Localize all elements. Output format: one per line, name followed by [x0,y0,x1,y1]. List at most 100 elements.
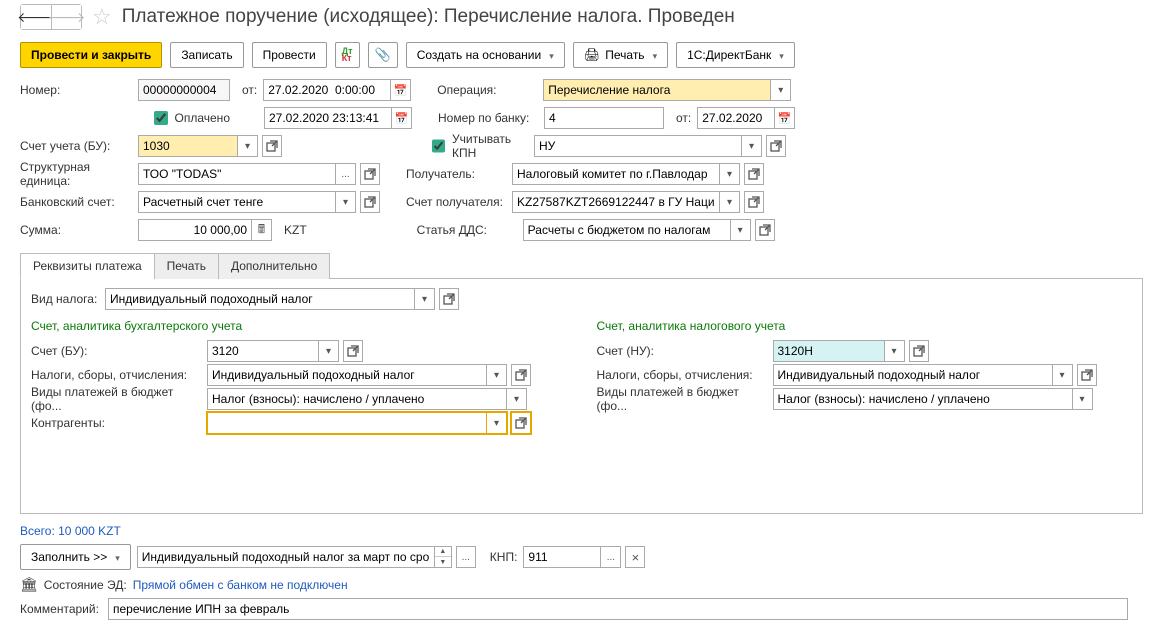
operation-input[interactable] [543,79,771,101]
fill-spinner[interactable]: ▲▼ [435,546,452,568]
tax-kind-open[interactable] [439,288,459,310]
tax-kind-dropdown[interactable]: ▾ [415,288,435,310]
bank-account-input[interactable] [138,191,336,213]
taxes-b-input[interactable] [773,364,1053,386]
contr-dropdown[interactable]: ▾ [487,412,507,434]
create-based-button[interactable]: Создать на основании [406,42,565,68]
post-button[interactable]: Провести [252,42,327,68]
open-ext-icon [748,168,760,180]
taxes-a-dropdown[interactable]: ▾ [487,364,507,386]
struct-unit-open[interactable] [360,163,380,185]
struct-unit-input[interactable] [138,163,336,185]
kpn-nu-open[interactable] [766,135,786,157]
dds-input[interactable] [523,219,731,241]
kpn-checkbox[interactable] [432,139,445,153]
number-input[interactable] [138,79,230,101]
back-button[interactable] [21,5,51,29]
account-bu-input[interactable] [138,135,238,157]
fill-value-input[interactable] [137,546,435,568]
attach-button[interactable] [368,42,398,68]
open-ext-icon [347,345,359,357]
knp-input[interactable] [523,546,601,568]
bank-account-label: Банковский счет: [20,195,132,209]
taxes-b-dropdown[interactable]: ▾ [1053,364,1073,386]
budget-b-input[interactable] [773,388,1073,410]
acct-bu-open[interactable] [343,340,363,362]
paid-label: Оплачено [175,111,230,125]
from-label-1: от: [242,83,257,97]
fill-dots[interactable] [456,546,476,568]
direct-bank-button[interactable]: 1С:ДиректБанк [676,42,795,68]
taxes-a-open[interactable] [511,364,531,386]
caret-down-icon [776,48,784,62]
bank-date-input[interactable] [697,107,775,129]
bank-number-input[interactable] [544,107,664,129]
contr-open[interactable] [511,412,531,434]
account-bu-open[interactable] [262,135,282,157]
date-calendar-button[interactable] [391,79,411,101]
ed-status-link[interactable]: Прямой обмен с банком не подключен [133,578,348,592]
calendar-icon [394,84,408,97]
taxes-b-open[interactable] [1077,364,1097,386]
forward-button[interactable] [51,5,81,29]
dt-kt-button[interactable]: ДтКт [335,42,360,68]
acct-nu-open[interactable] [909,340,929,362]
save-button[interactable]: Записать [170,42,243,68]
open-ext-icon [515,369,527,381]
recipient-dropdown[interactable]: ▾ [720,163,740,185]
tab-additional[interactable]: Дополнительно [218,253,330,279]
date-input[interactable] [263,79,391,101]
acct-bu-input[interactable] [207,340,319,362]
knp-dots[interactable] [601,546,621,568]
budget-a-input[interactable] [207,388,507,410]
comment-label: Комментарий: [20,602,102,616]
fill-button[interactable]: Заполнить >> [20,544,131,570]
dds-dropdown[interactable]: ▾ [731,219,751,241]
acct-nu-input[interactable] [773,340,885,362]
operation-dropdown-button[interactable]: ▾ [771,79,791,101]
post-and-close-button[interactable]: Провести и закрыть [20,42,162,68]
bank-account-open[interactable] [360,191,380,213]
knp-clear[interactable] [625,546,645,568]
amount-input[interactable] [138,219,252,241]
paid-date-calendar-button[interactable] [392,107,412,129]
kpn-nu-dropdown[interactable]: ▾ [742,135,762,157]
recipient-input[interactable] [512,163,720,185]
account-bu-dropdown[interactable]: ▾ [238,135,258,157]
ed-status-label: Состояние ЭД: [44,578,127,592]
amount-calc-button[interactable] [252,219,272,241]
contr-input[interactable] [207,412,487,434]
dds-open[interactable] [755,219,775,241]
dt-kt-icon: ДтКт [342,48,353,62]
struct-unit-dots[interactable] [336,163,356,185]
section-bu-title: Счет, аналитика бухгалтерского учета [31,319,567,333]
recipient-account-dropdown[interactable]: ▾ [720,191,740,213]
budget-b-dropdown[interactable]: ▾ [1073,388,1093,410]
open-ext-icon [266,140,278,152]
budget-b-label: Виды платежей в бюджет (фо... [597,385,767,413]
recipient-account-input[interactable] [512,191,720,213]
bank-account-dropdown[interactable]: ▾ [336,191,356,213]
recipient-open[interactable] [744,163,764,185]
kpn-nu-input[interactable] [534,135,742,157]
spin-up-icon: ▲ [435,547,451,557]
acct-nu-dropdown[interactable]: ▾ [885,340,905,362]
recipient-account-open[interactable] [744,191,764,213]
bank-date-calendar-button[interactable] [775,107,795,129]
dots-icon [607,552,615,563]
tax-kind-input[interactable] [105,288,415,310]
budget-a-dropdown[interactable]: ▾ [507,388,527,410]
print-icon [584,47,601,63]
paid-date-input[interactable] [264,107,392,129]
tab-requisites[interactable]: Реквизиты платежа [20,253,155,279]
open-ext-icon [1081,369,1093,381]
tab-print[interactable]: Печать [154,253,219,279]
print-button[interactable]: Печать [573,42,668,68]
acct-bu-dropdown[interactable]: ▾ [319,340,339,362]
bank-number-label: Номер по банку: [438,111,538,125]
paid-checkbox[interactable] [154,111,168,125]
taxes-a-input[interactable] [207,364,487,386]
calc-icon [258,220,265,241]
favorite-star-icon[interactable]: ☆ [92,4,112,30]
comment-input[interactable] [108,598,1128,620]
